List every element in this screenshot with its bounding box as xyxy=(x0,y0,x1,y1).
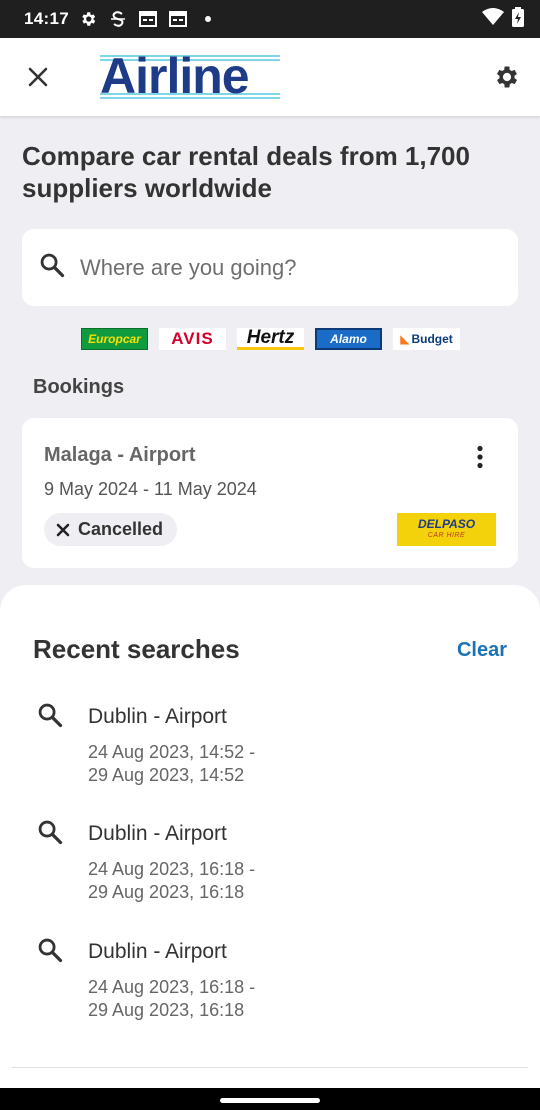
search-icon xyxy=(38,251,66,284)
calendar-icon xyxy=(168,10,187,28)
destination-input[interactable] xyxy=(80,254,480,281)
recent-search-item[interactable]: Dublin - Airport 24 Aug 2023, 14:52 - 29… xyxy=(0,701,540,801)
recent-search-dates: 24 Aug 2023, 14:52 - 29 Aug 2023, 14:52 xyxy=(88,742,256,785)
dot-icon xyxy=(199,10,217,28)
logo-text: Airline xyxy=(100,48,250,104)
gear-icon[interactable] xyxy=(492,62,522,92)
recent-searches-title: Recent searches xyxy=(33,634,240,664)
supplier-logos: Europcar AVIS Hertz Alamo ◣ Budget xyxy=(81,327,460,350)
search-icon xyxy=(36,818,64,846)
booking-card[interactable]: Malaga - Airport 9 May 2024 - 11 May 202… xyxy=(22,418,518,568)
supplier-logo: DELPASO CAR HIRE xyxy=(397,513,496,546)
recent-search-item[interactable]: Dublin - Airport 24 Aug 2023, 16:18 - 29… xyxy=(0,818,540,918)
gear-icon xyxy=(79,10,97,28)
close-icon[interactable] xyxy=(24,63,52,91)
recent-search-dates: 24 Aug 2023, 16:18 - 29 Aug 2023, 16:18 xyxy=(88,977,256,1020)
booking-place: Malaga - Airport xyxy=(44,444,196,466)
alamo-logo: Alamo xyxy=(315,328,382,350)
recent-searches-sheet: Recent searches Clear Dublin - Airport 2… xyxy=(0,585,540,1110)
system-nav-bar xyxy=(0,1088,540,1110)
status-time: 14:17 xyxy=(24,9,69,28)
close-icon xyxy=(56,523,70,536)
recent-search-place: Dublin - Airport xyxy=(88,705,227,728)
search-box[interactable] xyxy=(22,229,518,306)
recent-search-place: Dublin - Airport xyxy=(88,940,227,963)
recent-search-dates: 24 Aug 2023, 16:18 - 29 Aug 2023, 16:18 xyxy=(88,859,256,902)
supplier-name: DELPASO xyxy=(417,516,476,531)
status-label: Cancelled xyxy=(78,519,164,539)
clear-button[interactable]: Clear xyxy=(457,639,507,662)
supplier-tagline: CAR HIRE xyxy=(427,531,466,539)
more-options-icon[interactable] xyxy=(470,444,490,470)
recent-search-item[interactable]: Dublin - Airport 24 Aug 2023, 16:18 - 29… xyxy=(0,936,540,1036)
battery-icon xyxy=(512,6,524,32)
search-icon xyxy=(36,701,64,729)
airline-logo: Airline xyxy=(100,48,280,104)
budget-logo: ◣ Budget xyxy=(393,328,460,350)
wifi-icon xyxy=(482,7,504,31)
calendar-icon xyxy=(138,10,157,28)
app-bar: Airline xyxy=(0,38,540,116)
page-headline: Compare car rental deals from 1,700 supp… xyxy=(22,141,470,203)
avis-logo: AVIS xyxy=(159,328,226,350)
home-gesture-handle[interactable] xyxy=(220,1098,320,1103)
s-icon xyxy=(109,10,127,28)
search-icon xyxy=(36,936,64,964)
status-badge: Cancelled xyxy=(44,513,178,546)
divider xyxy=(12,1067,528,1068)
budget-mark-icon: ◣ xyxy=(400,332,410,346)
budget-name: Budget xyxy=(411,332,453,346)
status-bar: 14:17 xyxy=(0,0,540,38)
booking-dates: 9 May 2024 - 11 May 2024 xyxy=(44,479,257,499)
hertz-logo: Hertz xyxy=(237,327,304,350)
europcar-logo: Europcar xyxy=(81,328,148,350)
bookings-title: Bookings xyxy=(33,376,125,398)
recent-search-place: Dublin - Airport xyxy=(88,822,227,845)
